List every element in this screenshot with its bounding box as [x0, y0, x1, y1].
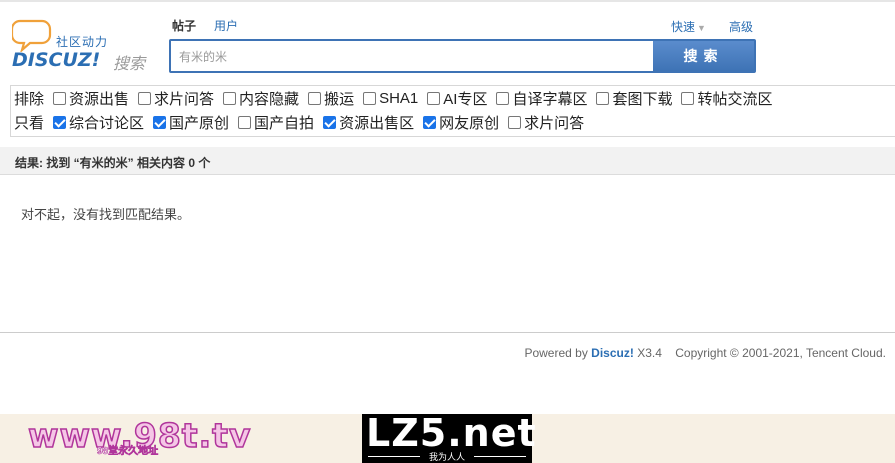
only-option[interactable]: 网友原创 — [423, 112, 499, 133]
only-option[interactable]: 国产自拍 — [238, 112, 314, 133]
option-label: 转帖交流区 — [697, 90, 773, 108]
results-summary: 结果: 找到 “有米的米” 相关内容 0 个 — [15, 156, 211, 170]
banner-strip: www.98t.tv 98堂永久地址 LZ5.net 我为人人 — [0, 411, 895, 463]
logo-search-label: 搜索 — [113, 56, 146, 73]
lz5-title: LZ5.net — [366, 411, 537, 455]
forum-filter-panel: 排除 资源出售 求片问答 内容隐藏 搬运 SHA1 AI专区 自译字幕区 套图下… — [10, 85, 895, 137]
search-form: 搜索 — [169, 39, 756, 73]
version-label: X3.4 — [637, 346, 662, 360]
divider-line — [474, 456, 526, 457]
option-label: 求片问答 — [524, 114, 585, 132]
exclude-option[interactable]: 搬运 — [308, 88, 354, 109]
checkbox-checked[interactable] — [153, 115, 167, 129]
footer-divider — [0, 332, 895, 333]
powered-by-label: Powered by — [524, 346, 588, 360]
exclude-option[interactable]: 资源出售 — [53, 88, 129, 109]
quick-search-dropdown[interactable]: 快速 ▼ — [671, 18, 706, 35]
quick-search-label: 快速 — [671, 20, 696, 34]
empty-results-message: 对不起，没有找到匹配结果。 — [21, 207, 191, 222]
option-label: 国产原创 — [169, 114, 230, 132]
option-label: 自译字幕区 — [512, 90, 588, 108]
only-label: 只看 — [14, 114, 45, 132]
advanced-search-link[interactable]: 高级 — [729, 18, 753, 35]
search-type-users[interactable]: 用户 — [214, 17, 238, 34]
search-button[interactable]: 搜索 — [653, 41, 754, 71]
exclude-option[interactable]: AI专区 — [427, 88, 487, 109]
banner-98t-subtitle: 98堂永久地址 — [97, 446, 159, 458]
option-label: AI专区 — [443, 90, 488, 108]
option-label: 内容隐藏 — [239, 90, 300, 108]
search-type-posts[interactable]: 帖子 — [172, 17, 196, 34]
exclude-label: 排除 — [14, 90, 45, 108]
exclude-option[interactable]: 自译字幕区 — [496, 88, 587, 109]
banner-lz5-logo[interactable]: LZ5.net 我为人人 — [362, 411, 536, 463]
exclude-row: 排除 资源出售 求片问答 内容隐藏 搬运 SHA1 AI专区 自译字幕区 套图下… — [14, 87, 782, 109]
only-option[interactable]: 求片问答 — [508, 112, 584, 133]
checkbox[interactable] — [496, 91, 510, 105]
option-label: 搬运 — [324, 90, 355, 108]
exclude-option[interactable]: 内容隐藏 — [223, 88, 299, 109]
results-summary-bar: 结果: 找到 “有米的米” 相关内容 0 个 — [0, 147, 895, 175]
caret-down-icon: ▼ — [697, 23, 706, 33]
only-option[interactable]: 综合讨论区 — [53, 112, 144, 133]
checkbox[interactable] — [681, 91, 695, 105]
checkbox[interactable] — [363, 91, 377, 105]
option-label: 套图下载 — [612, 90, 673, 108]
exclude-option[interactable]: 转帖交流区 — [681, 88, 773, 109]
option-label: 国产自拍 — [254, 114, 315, 132]
option-label: 求片问答 — [154, 90, 215, 108]
only-option[interactable]: 国产原创 — [153, 112, 229, 133]
exclude-option[interactable]: SHA1 — [363, 90, 418, 107]
checkbox[interactable] — [238, 115, 252, 129]
option-label: 资源出售 — [69, 90, 130, 108]
option-label: 资源出售区 — [339, 114, 415, 132]
checkbox[interactable] — [427, 91, 441, 105]
copyright-text: Copyright © 2001-2021, Tencent Cloud. — [675, 346, 886, 360]
exclude-option[interactable]: 求片问答 — [138, 88, 214, 109]
checkbox-checked[interactable] — [323, 115, 337, 129]
option-label: 网友原创 — [439, 114, 500, 132]
checkbox[interactable] — [508, 115, 522, 129]
search-input[interactable] — [173, 42, 651, 70]
exclude-option[interactable]: 套图下载 — [596, 88, 672, 109]
checkbox-checked[interactable] — [423, 115, 437, 129]
discuz-logo[interactable]: 社区动力 DISCUZ! 搜索 — [10, 16, 160, 74]
checkbox[interactable] — [53, 91, 67, 105]
logo-tagline: 社区动力 — [56, 35, 109, 49]
header: 社区动力 DISCUZ! 搜索 帖子 用户 快速▼ 高级 搜索 — [0, 2, 895, 84]
option-label: 综合讨论区 — [69, 114, 145, 132]
checkbox[interactable] — [308, 91, 322, 105]
checkbox[interactable] — [596, 91, 610, 105]
logo-brand: DISCUZ! — [12, 49, 101, 71]
checkbox-checked[interactable] — [53, 115, 67, 129]
discuz-link[interactable]: Discuz! — [591, 346, 634, 360]
only-row: 只看 综合讨论区 国产原创 国产自拍 资源出售区 网友原创 求片问答 — [14, 111, 593, 133]
option-label: SHA1 — [379, 89, 419, 107]
checkbox[interactable] — [223, 91, 237, 105]
only-option[interactable]: 资源出售区 — [323, 112, 414, 133]
footer: Powered by Discuz! X3.4 Copyright © 2001… — [524, 346, 886, 360]
checkbox[interactable] — [138, 91, 152, 105]
